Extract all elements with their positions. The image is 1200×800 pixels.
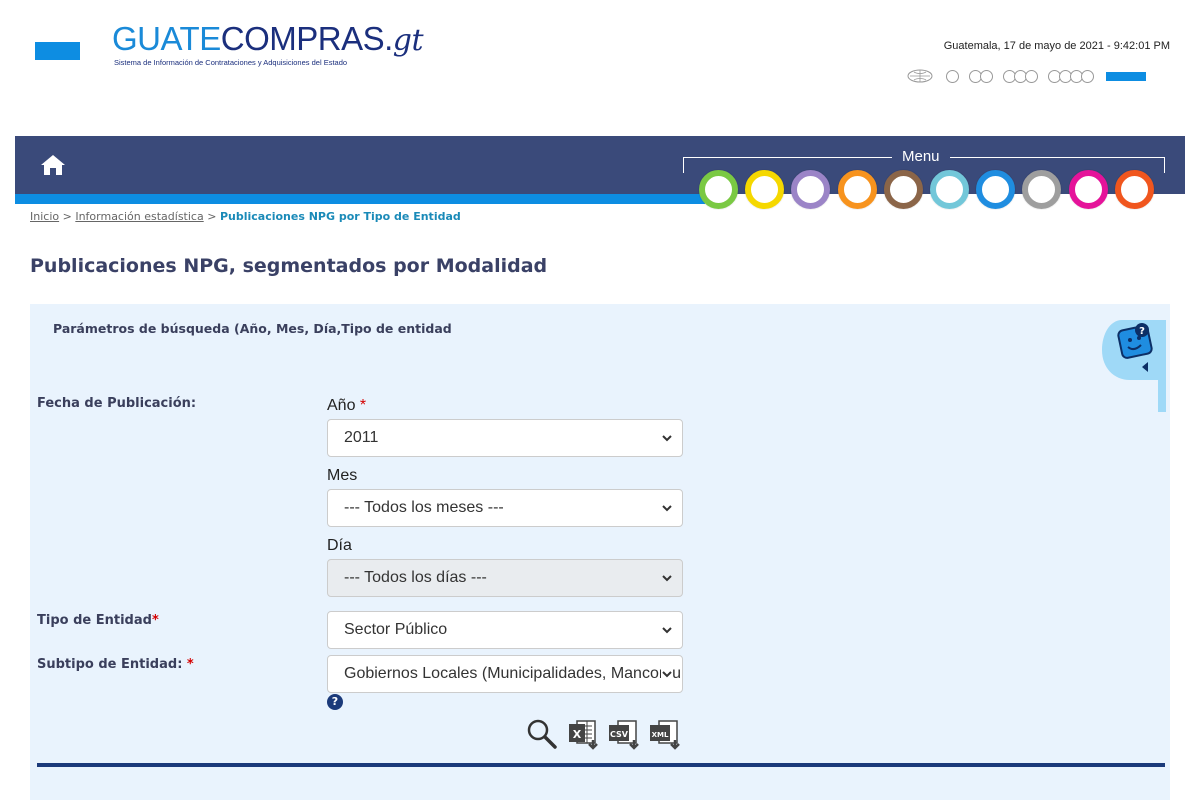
guatecompras-logo[interactable]: GUATECOMPRAS.gt Sistema de Información d… [112, 20, 424, 67]
menu-label[interactable]: Menu [892, 148, 950, 165]
excel-icon-text: X [573, 728, 582, 741]
mes-select-value: --- Todos los meses --- [344, 499, 504, 516]
help-assistant-icon[interactable]: ? [1102, 320, 1166, 412]
menu-circle-4[interactable] [837, 170, 877, 209]
logo-part-compras: COMPRAS. [220, 20, 394, 57]
globe-icon [907, 69, 933, 83]
logo-part-guate: GUATE [112, 20, 221, 57]
home-icon[interactable] [40, 153, 66, 177]
language-bar[interactable] [35, 42, 80, 60]
tipo-entidad-select-value: Sector Público [344, 621, 448, 638]
panel-title: Parámetros de búsqueda (Año, Mes, Día,Ti… [53, 321, 452, 336]
chevron-down-icon [662, 505, 672, 512]
anio-select[interactable]: 2011 [327, 419, 683, 457]
breadcrumb: Inicio > Información estadística > Publi… [30, 210, 461, 223]
menu-dots [699, 170, 1154, 209]
breadcrumb-separator: > [207, 210, 217, 223]
contrast-toggle[interactable] [1106, 71, 1146, 81]
menu-circle-9[interactable] [1068, 170, 1108, 209]
action-toolbar: X CSV XML [526, 718, 681, 750]
menu-circle-1[interactable] [699, 170, 738, 209]
chevron-down-icon [662, 575, 672, 582]
text-size-option-0[interactable] [906, 69, 934, 83]
xml-icon-text: XML [652, 731, 669, 739]
subtipo-entidad-select[interactable]: Gobiernos Locales (Municipalidades, Manc… [327, 655, 683, 693]
tipo-entidad-label: Tipo de Entidad* [37, 613, 159, 628]
xml-export-icon[interactable]: XML [649, 718, 681, 750]
csv-icon-text: CSV [610, 730, 629, 739]
mes-select[interactable]: --- Todos los meses --- [327, 489, 683, 527]
anio-select-value: 2011 [344, 429, 379, 446]
anio-label-text: Año [327, 397, 356, 414]
text-size-option-3[interactable] [1003, 69, 1038, 83]
csv-export-icon[interactable]: CSV [608, 718, 640, 750]
menu-circle-6[interactable] [929, 170, 969, 209]
breadcrumb-section-link[interactable]: Información estadística [75, 210, 203, 223]
breadcrumb-home-link[interactable]: Inicio [30, 210, 59, 223]
navbar-accent-stripe [15, 194, 705, 204]
menu-circle-2[interactable] [745, 170, 785, 209]
logo-part-gt: gt [392, 23, 424, 58]
subtipo-entidad-label-text: Subtipo de Entidad: [37, 657, 187, 672]
mes-label: Mes [327, 467, 358, 484]
section-divider [37, 763, 1165, 767]
current-datetime: Guatemala, 17 de mayo de 2021 - 9:42:01 … [943, 40, 1170, 52]
chevron-down-icon [662, 627, 672, 634]
menu-circle-10[interactable] [1114, 170, 1154, 209]
fecha-publicacion-label: Fecha de Publicación: [37, 396, 197, 411]
required-mark: * [151, 613, 159, 628]
tipo-entidad-label-text: Tipo de Entidad [37, 613, 152, 628]
dia-label: Día [327, 537, 352, 554]
logo-subtitle: Sistema de Información de Contrataciones… [114, 58, 348, 67]
subtipo-entidad-label: Subtipo de Entidad: * [37, 657, 194, 672]
menu-circle-7[interactable] [976, 170, 1016, 209]
subtipo-entidad-select-value: Gobiernos Locales (Municipalidades, Manc… [344, 665, 682, 682]
text-size-option-2[interactable] [969, 69, 993, 83]
text-size-option-1[interactable] [946, 69, 959, 83]
chevron-down-icon [662, 435, 672, 442]
dia-select-value: --- Todos los días --- [344, 569, 487, 586]
menu-circle-5[interactable] [883, 170, 923, 209]
required-mark: * [359, 397, 367, 414]
svg-text:?: ? [1139, 326, 1145, 337]
tipo-entidad-select[interactable]: Sector Público [327, 611, 683, 649]
dia-select[interactable]: --- Todos los días --- [327, 559, 683, 597]
search-icon[interactable] [526, 718, 558, 750]
text-size-selector [906, 69, 1146, 83]
chevron-down-icon [661, 669, 673, 679]
text-size-option-4[interactable] [1048, 69, 1094, 83]
help-question-icon[interactable]: ? [327, 694, 343, 710]
breadcrumb-current: Publicaciones NPG por Tipo de Entidad [219, 210, 461, 223]
menu-circle-3[interactable] [791, 170, 831, 209]
required-mark: * [186, 657, 194, 672]
excel-export-icon[interactable]: X [567, 718, 599, 750]
menu-circle-8[interactable] [1022, 170, 1062, 209]
anio-label: Año * [327, 397, 366, 415]
page-title: Publicaciones NPG, segmentados por Modal… [30, 255, 548, 277]
breadcrumb-separator: > [62, 210, 72, 223]
